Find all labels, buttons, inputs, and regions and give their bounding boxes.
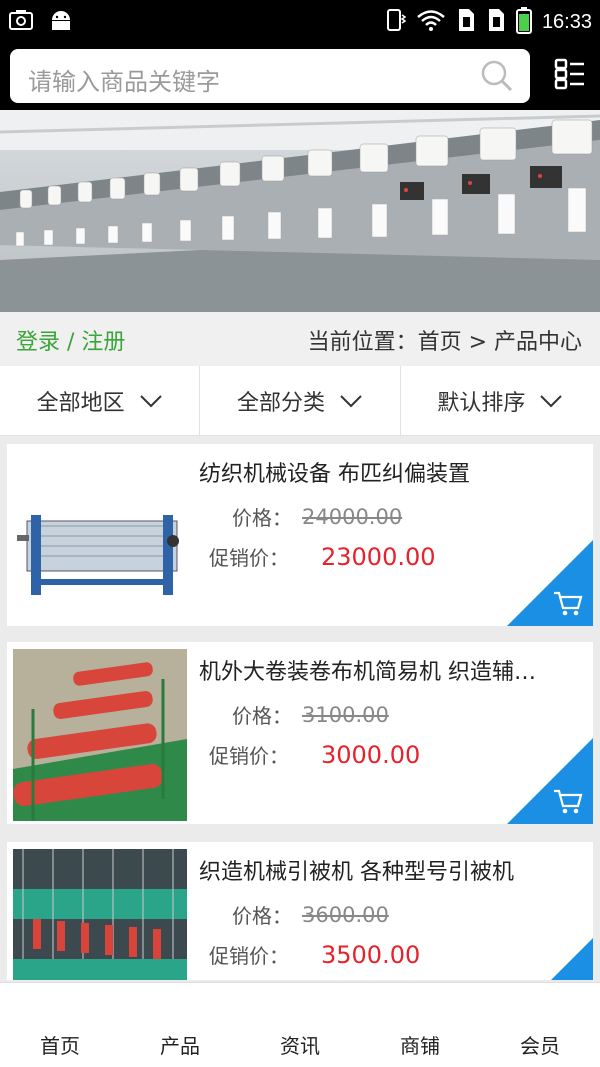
filter-sort[interactable]: 默认排序 (401, 366, 600, 435)
promo-label: 促销价： (209, 744, 289, 768)
screenshot-icon (8, 8, 34, 36)
product-image[interactable] (13, 451, 187, 623)
filter-region[interactable]: 全部地区 (0, 366, 201, 435)
promo-price: 23000.00 (321, 542, 436, 571)
battery-icon (515, 6, 532, 38)
bottom-nav: 首页 产品 资讯 商铺 会员 (0, 982, 600, 1067)
product-list: 纺织机械设备 布匹纠偏装置 价格： 24000.00 促销价： 23000.00 (0, 444, 600, 980)
promo-price: 3500.00 (321, 940, 421, 969)
cart-icon (554, 591, 583, 616)
vibrate-icon (384, 7, 407, 37)
filter-region-label: 全部地区 (36, 390, 125, 416)
product-image[interactable] (13, 649, 187, 821)
nav-home[interactable]: 首页 (0, 983, 120, 1067)
sim2-icon (486, 7, 506, 37)
android-icon (48, 8, 74, 36)
status-time: 16:33 (541, 10, 592, 33)
promo-label: 促销价： (209, 546, 289, 570)
search-icon[interactable] (480, 59, 514, 97)
product-promo-row: 促销价： 3500.00 (209, 940, 420, 969)
product-promo-row: 促销价： 3000.00 (209, 740, 420, 769)
add-to-cart-button[interactable] (507, 738, 593, 824)
nav-products[interactable]: 产品 (120, 983, 240, 1067)
product-price-row: 价格： 3600.00 (232, 900, 389, 929)
chevron-down-icon (139, 394, 162, 407)
price-label: 价格： (232, 704, 292, 728)
breadcrumb: 当前位置：首页 > 产品中心 (307, 330, 582, 355)
header: 请输入商品关键字 (0, 42, 600, 110)
nav-news[interactable]: 资讯 (240, 983, 360, 1067)
chevron-down-icon (340, 394, 362, 407)
add-to-cart-button[interactable] (507, 938, 593, 980)
nav-shops[interactable]: 商铺 (360, 983, 480, 1067)
price-label: 价格： (232, 904, 292, 928)
filter-category-label: 全部分类 (236, 390, 325, 416)
chevron-down-icon (540, 394, 563, 407)
add-to-cart-button[interactable] (507, 540, 593, 626)
promo-price: 3000.00 (321, 740, 421, 769)
price-label: 价格： (232, 506, 292, 530)
original-price: 24000.00 (302, 504, 403, 529)
product-card[interactable]: 织造机械引被机 各种型号引被机 价格： 3600.00 促销价： 3500.00 (7, 842, 593, 980)
location-bar: 登录 / 注册 当前位置：首页 > 产品中心 (0, 312, 600, 366)
filter-bar: 全部地区 全部分类 默认排序 (0, 366, 600, 436)
nav-member[interactable]: 会员 (480, 983, 600, 1067)
banner-image[interactable] (0, 110, 600, 312)
original-price: 3100.00 (302, 702, 389, 727)
product-price-row: 价格： 3100.00 (232, 700, 389, 729)
promo-label: 促销价： (209, 944, 289, 968)
login-register-link[interactable]: 登录 / 注册 (16, 324, 125, 356)
search-placeholder: 请输入商品关键字 (28, 68, 220, 96)
cart-icon (554, 789, 583, 814)
product-title[interactable]: 织造机械引被机 各种型号引被机 (199, 854, 579, 886)
search-input[interactable]: 请输入商品关键字 (10, 49, 530, 103)
product-promo-row: 促销价： 23000.00 (209, 542, 436, 571)
product-price-row: 价格： 24000.00 (232, 502, 402, 531)
original-price: 3600.00 (302, 902, 389, 927)
product-title[interactable]: 纺织机械设备 布匹纠偏装置 (199, 456, 579, 488)
product-card[interactable]: 纺织机械设备 布匹纠偏装置 价格： 24000.00 促销价： 23000.00 (7, 444, 593, 626)
status-bar: 16:33 (0, 0, 600, 42)
product-card[interactable]: 机外大卷装卷布机简易机 织造辅… 价格： 3100.00 促销价： 3000.0… (7, 642, 593, 824)
filter-category[interactable]: 全部分类 (200, 366, 401, 435)
product-title[interactable]: 机外大卷装卷布机简易机 织造辅… (199, 654, 579, 686)
product-image[interactable] (13, 849, 187, 980)
menu-icon[interactable] (554, 58, 586, 94)
wifi-icon (416, 8, 446, 36)
filter-sort-label: 默认排序 (437, 390, 526, 416)
sim1-icon (456, 7, 476, 37)
